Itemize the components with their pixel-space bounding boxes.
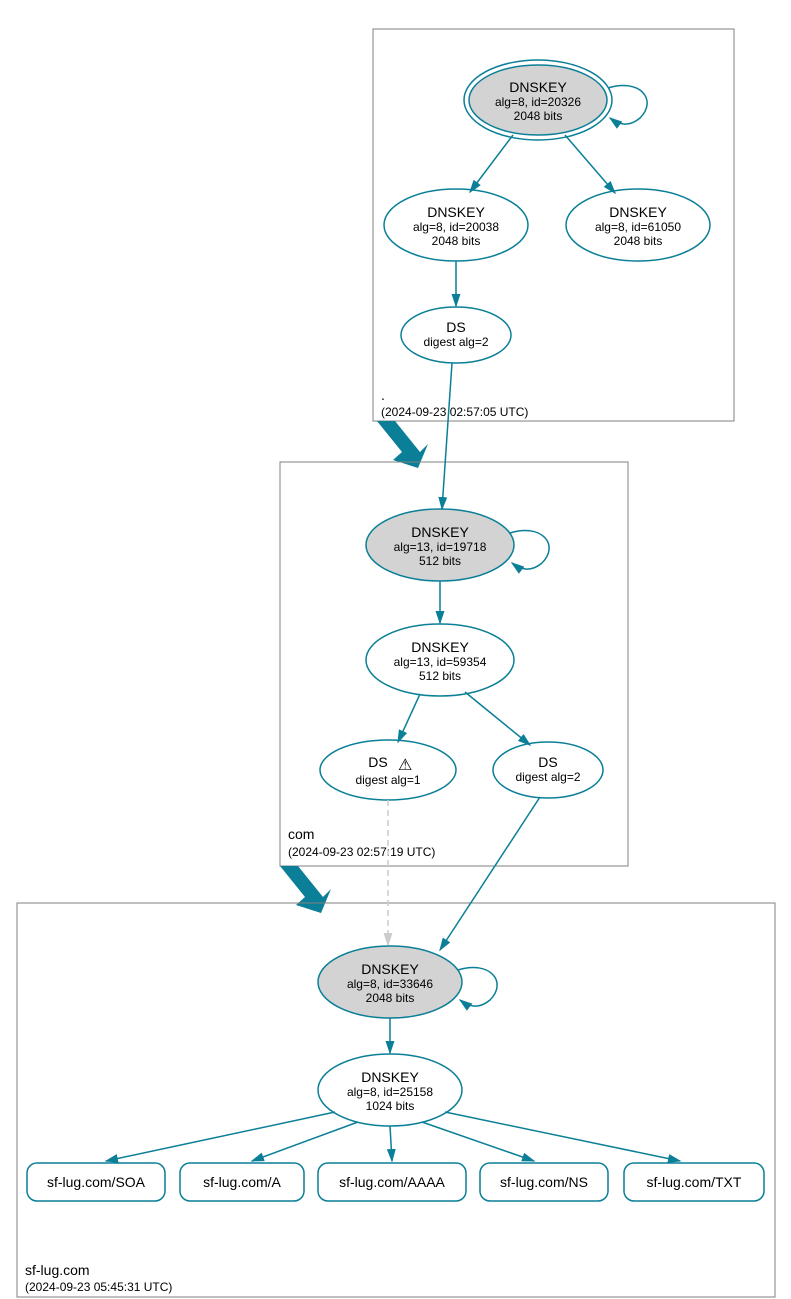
svg-text:sf-lug.com/AAAA: sf-lug.com/AAAA <box>339 1174 445 1190</box>
svg-text:DNSKEY: DNSKEY <box>609 204 667 220</box>
zone-root-label: . <box>381 387 385 403</box>
svg-text:alg=8, id=33646: alg=8, id=33646 <box>347 977 433 991</box>
node-com-ksk[interactable]: DNSKEY alg=13, id=19718 512 bits <box>366 509 514 581</box>
edge-leafzsk-txt <box>445 1112 680 1161</box>
svg-text:1024 bits: 1024 bits <box>366 1099 415 1113</box>
edge-leafzsk-aaaa <box>390 1126 392 1161</box>
svg-text:digest alg=2: digest alg=2 <box>515 770 580 784</box>
svg-text:sf-lug.com/SOA: sf-lug.com/SOA <box>47 1174 146 1190</box>
svg-text:alg=13, id=19718: alg=13, id=19718 <box>394 540 487 554</box>
zone-com-timestamp: (2024-09-23 02:57:19 UTC) <box>288 845 435 859</box>
svg-text:DS: DS <box>446 319 465 335</box>
svg-text:512 bits: 512 bits <box>419 554 461 568</box>
edge-leafzsk-ns <box>422 1122 534 1161</box>
svg-text:2048 bits: 2048 bits <box>432 234 481 248</box>
zone-arrow-root-com <box>377 421 428 468</box>
node-root-zsk-1[interactable]: DNSKEY alg=8, id=20038 2048 bits <box>384 189 528 261</box>
node-root-zsk-2[interactable]: DNSKEY alg=8, id=61050 2048 bits <box>566 189 710 261</box>
edge-root-ksk-self <box>608 85 647 124</box>
svg-text:alg=8, id=20038: alg=8, id=20038 <box>413 220 499 234</box>
node-root-ksk[interactable]: DNSKEY alg=8, id=20326 2048 bits <box>464 60 612 140</box>
svg-text:2048 bits: 2048 bits <box>514 109 563 123</box>
edge-comzsk-ds1 <box>398 694 420 742</box>
edge-rootds-comksk <box>442 363 452 509</box>
zone-arrow-com-leaf <box>280 866 331 913</box>
edge-rootksk-zsk2 <box>565 135 615 193</box>
zone-root-timestamp: (2024-09-23 02:57:05 UTC) <box>381 405 528 419</box>
zone-leaf-timestamp: (2024-09-23 05:45:31 UTC) <box>25 1280 172 1294</box>
zone-com-label: com <box>288 826 314 842</box>
svg-text:sf-lug.com/NS: sf-lug.com/NS <box>500 1174 588 1190</box>
svg-text:DNSKEY: DNSKEY <box>361 1069 419 1085</box>
node-rr-soa[interactable]: sf-lug.com/SOA <box>27 1163 165 1201</box>
node-leaf-ksk[interactable]: DNSKEY alg=8, id=33646 2048 bits <box>318 946 462 1018</box>
svg-text:DNSKEY: DNSKEY <box>509 79 567 95</box>
svg-text:DS: DS <box>368 754 387 770</box>
node-root-ds[interactable]: DS digest alg=2 <box>401 307 511 363</box>
node-rr-txt[interactable]: sf-lug.com/TXT <box>624 1163 764 1201</box>
node-leaf-zsk[interactable]: DNSKEY alg=8, id=25158 1024 bits <box>318 1054 462 1126</box>
svg-text:2048 bits: 2048 bits <box>614 234 663 248</box>
edge-leaf-ksk-self <box>458 967 497 1006</box>
svg-text:DNSKEY: DNSKEY <box>411 524 469 540</box>
svg-text:sf-lug.com/A: sf-lug.com/A <box>203 1174 281 1190</box>
svg-text:alg=13, id=59354: alg=13, id=59354 <box>394 655 487 669</box>
svg-text:DNSKEY: DNSKEY <box>427 204 485 220</box>
node-com-ds-1[interactable]: DS ⚠ digest alg=1 <box>320 740 456 800</box>
svg-text:DNSKEY: DNSKEY <box>411 639 469 655</box>
svg-text:digest alg=2: digest alg=2 <box>423 335 488 349</box>
svg-text:2048 bits: 2048 bits <box>366 991 415 1005</box>
edge-com-ksk-self <box>510 530 549 569</box>
node-com-zsk[interactable]: DNSKEY alg=13, id=59354 512 bits <box>366 624 514 696</box>
svg-text:digest alg=1: digest alg=1 <box>355 773 420 787</box>
svg-text:DNSKEY: DNSKEY <box>361 961 419 977</box>
node-rr-aaaa[interactable]: sf-lug.com/AAAA <box>318 1163 466 1201</box>
svg-text:512 bits: 512 bits <box>419 669 461 683</box>
edge-rootksk-zsk1 <box>470 135 513 192</box>
edge-leafzsk-soa <box>106 1112 335 1161</box>
warning-icon: ⚠ <box>398 757 412 774</box>
zone-leaf-label: sf-lug.com <box>25 1262 90 1278</box>
svg-text:DS: DS <box>538 754 557 770</box>
edge-comzsk-ds2 <box>465 692 530 745</box>
svg-text:alg=8, id=20326: alg=8, id=20326 <box>495 95 581 109</box>
edge-leafzsk-a <box>252 1122 358 1161</box>
svg-text:alg=8, id=25158: alg=8, id=25158 <box>347 1085 433 1099</box>
node-rr-ns[interactable]: sf-lug.com/NS <box>480 1163 608 1201</box>
node-com-ds-2[interactable]: DS digest alg=2 <box>493 742 603 798</box>
svg-text:alg=8, id=61050: alg=8, id=61050 <box>595 220 681 234</box>
svg-text:sf-lug.com/TXT: sf-lug.com/TXT <box>647 1174 742 1190</box>
node-rr-a[interactable]: sf-lug.com/A <box>180 1163 304 1201</box>
edge-comds2-leafksk <box>440 797 540 950</box>
